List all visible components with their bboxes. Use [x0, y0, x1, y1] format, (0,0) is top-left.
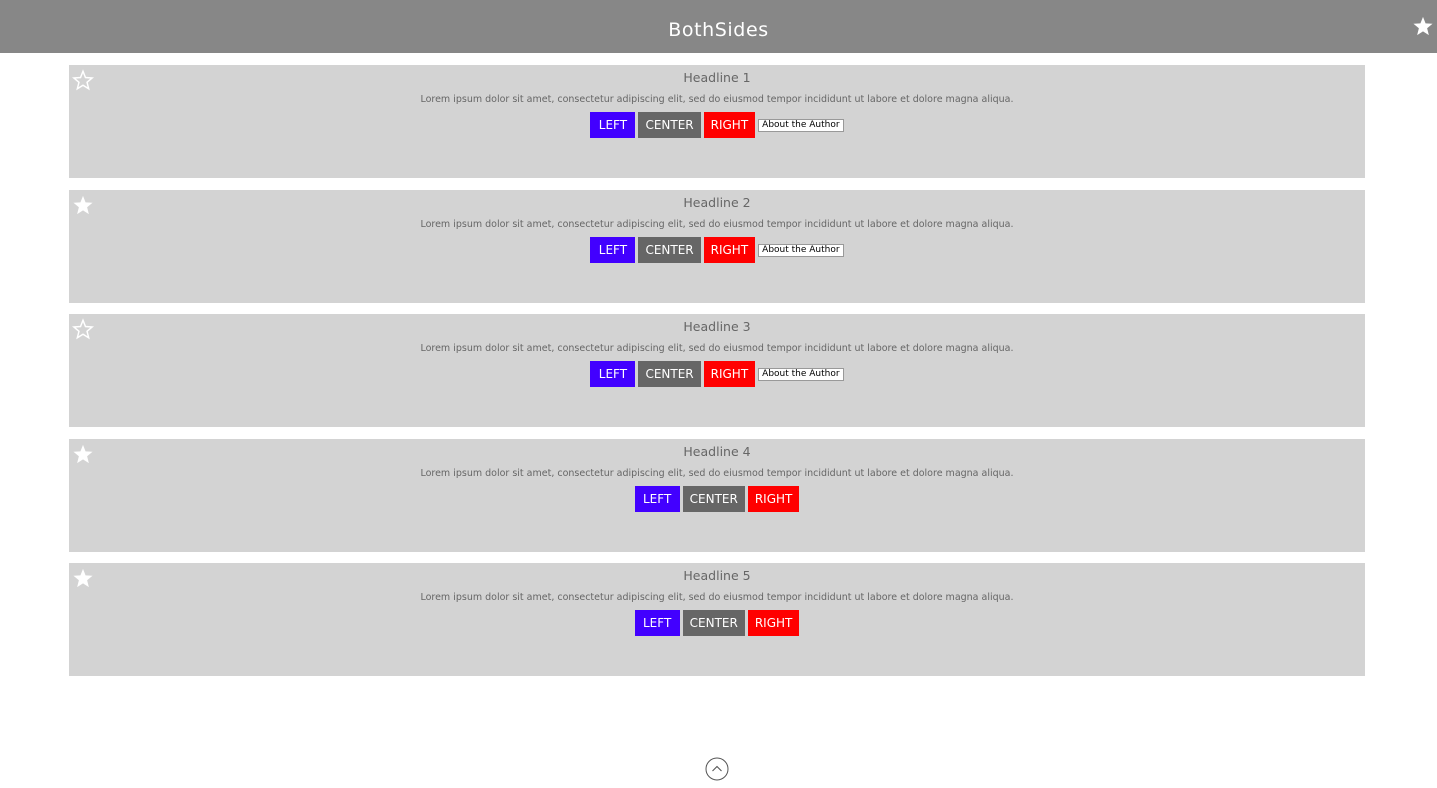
left-button[interactable]: LEFT: [590, 361, 636, 387]
about-author-button[interactable]: About the Author: [758, 367, 844, 381]
article-card: Headline 4 Lorem ipsum dolor sit amet, c…: [69, 439, 1365, 552]
right-button[interactable]: RIGHT: [703, 237, 756, 263]
card-headline: Headline 4: [683, 444, 751, 459]
article-card: Headline 2 Lorem ipsum dolor sit amet, c…: [69, 190, 1365, 303]
article-card: Headline 1 Lorem ipsum dolor sit amet, c…: [69, 65, 1365, 178]
center-button[interactable]: CENTER: [638, 361, 701, 387]
perspective-buttons: LEFT CENTER RIGHT: [69, 486, 1365, 512]
scroll-to-top-icon[interactable]: [705, 757, 729, 781]
left-button[interactable]: LEFT: [634, 610, 680, 636]
perspective-buttons: LEFT CENTER RIGHT About the Author: [69, 112, 1365, 138]
perspective-buttons: LEFT CENTER RIGHT About the Author: [69, 237, 1365, 263]
article-card: Headline 3 Lorem ipsum dolor sit amet, c…: [69, 314, 1365, 427]
card-headline: Headline 2: [683, 195, 751, 210]
card-headline: Headline 5: [683, 568, 751, 583]
card-headline: Headline 1: [683, 70, 751, 85]
card-body-text: Lorem ipsum dolor sit amet, consectetur …: [420, 94, 1014, 105]
right-button[interactable]: RIGHT: [703, 361, 756, 387]
perspective-buttons: LEFT CENTER RIGHT About the Author: [69, 361, 1365, 387]
right-button[interactable]: RIGHT: [703, 112, 756, 138]
article-card: Headline 5 Lorem ipsum dolor sit amet, c…: [69, 563, 1365, 676]
right-button[interactable]: RIGHT: [747, 486, 800, 512]
card-body-text: Lorem ipsum dolor sit amet, consectetur …: [420, 343, 1014, 354]
about-author-button[interactable]: About the Author: [758, 118, 844, 132]
card-body-text: Lorem ipsum dolor sit amet, consectetur …: [420, 592, 1014, 603]
right-button[interactable]: RIGHT: [747, 610, 800, 636]
center-button[interactable]: CENTER: [682, 610, 745, 636]
left-button[interactable]: LEFT: [590, 112, 636, 138]
card-headline: Headline 3: [683, 319, 751, 334]
left-button[interactable]: LEFT: [590, 237, 636, 263]
center-button[interactable]: CENTER: [638, 237, 701, 263]
left-button[interactable]: LEFT: [634, 486, 680, 512]
app-title: BothSides: [668, 19, 769, 41]
card-body-text: Lorem ipsum dolor sit amet, consectetur …: [420, 219, 1014, 230]
center-button[interactable]: CENTER: [638, 112, 701, 138]
perspective-buttons: LEFT CENTER RIGHT: [69, 610, 1365, 636]
about-author-button[interactable]: About the Author: [758, 243, 844, 257]
favorites-star-icon[interactable]: [1412, 15, 1434, 37]
center-button[interactable]: CENTER: [682, 486, 745, 512]
header-bar: BothSides: [0, 0, 1437, 53]
card-body-text: Lorem ipsum dolor sit amet, consectetur …: [420, 468, 1014, 479]
